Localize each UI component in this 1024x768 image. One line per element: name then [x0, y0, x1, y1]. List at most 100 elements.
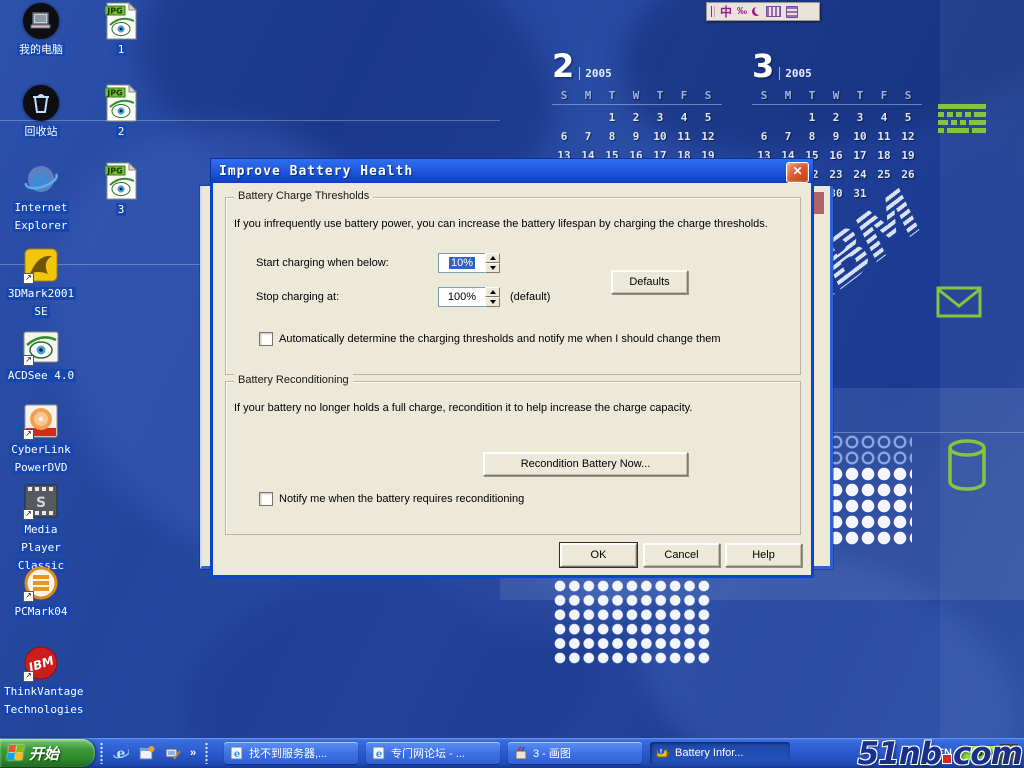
- ime-drag-handle[interactable]: [711, 6, 715, 17]
- stop-charging-field[interactable]: 100%: [438, 287, 486, 307]
- watermark-dot: [942, 754, 952, 764]
- watermark-51nb: 51nbcom: [858, 736, 1022, 768]
- jpg-file-icon: JPG: [82, 162, 160, 200]
- outlook-express-icon[interactable]: [138, 745, 155, 762]
- recondition-battery-button[interactable]: Recondition Battery Now...: [483, 452, 688, 476]
- stop-charging-label: Stop charging at:: [256, 291, 339, 303]
- wallpaper-line: [812, 432, 1024, 433]
- calendar-month-number: 2: [552, 52, 574, 80]
- svg-text:e: e: [376, 749, 382, 760]
- start-button[interactable]: 开始: [0, 739, 95, 767]
- default-suffix: (default): [510, 291, 550, 303]
- desktop-icon-jpg-2[interactable]: JPG 2: [82, 84, 160, 140]
- group-title: Battery Reconditioning: [234, 374, 353, 386]
- ime-menu-icon[interactable]: [786, 6, 798, 18]
- toolbar-separator: [205, 742, 208, 764]
- quick-launch-chevron[interactable]: »: [190, 747, 196, 759]
- notify-reconditioning-checkbox[interactable]: [259, 492, 273, 506]
- close-icon[interactable]: ✕: [786, 162, 809, 183]
- dot-grid-bottom: [553, 579, 711, 665]
- internet-explorer-icon: e: [2, 160, 80, 198]
- svg-text:S: S: [36, 495, 46, 511]
- acdsee-icon: ↗: [2, 328, 80, 366]
- auto-determine-checkbox[interactable]: [259, 332, 273, 346]
- my-computer-icon: [2, 2, 80, 40]
- desktop-icon-media-player-classic[interactable]: S ↗ Media Player Classic: [2, 482, 80, 574]
- desktop: IBM 2 2005 SMTWTFS1234567891011121314151…: [0, 0, 1024, 768]
- svg-text:JPG: JPG: [106, 167, 122, 176]
- recycle-bin-icon: [2, 84, 80, 122]
- spin-up-button[interactable]: [485, 287, 500, 297]
- envelope-icon: [936, 286, 982, 318]
- auto-determine-checkbox-label: Automatically determine the charging thr…: [279, 333, 789, 345]
- ime-soft-keyboard-icon[interactable]: [766, 6, 781, 17]
- group-battery-charge-thresholds: Battery Charge Thresholds If you infrequ…: [225, 197, 801, 375]
- ok-button[interactable]: OK: [560, 543, 637, 567]
- shortcut-arrow-icon: ↗: [23, 671, 34, 682]
- dialog-body: Battery Charge Thresholds If you infrequ…: [210, 183, 814, 578]
- desktop-icon-3dmark2001[interactable]: ↗ 3DMark2001 SE: [2, 246, 80, 320]
- cancel-button[interactable]: Cancel: [643, 543, 720, 567]
- desktop-icon-jpg-3[interactable]: JPG 3: [82, 162, 160, 218]
- desktop-icon-recycle-bin[interactable]: 回收站: [2, 84, 80, 140]
- thinkvantage-icon: IBM ↗: [2, 644, 80, 682]
- svg-text:!: !: [660, 748, 663, 756]
- jpg-file-icon: JPG: [82, 2, 160, 40]
- defaults-button[interactable]: Defaults: [611, 270, 688, 294]
- ime-width-mode-icon[interactable]: ‰: [737, 6, 747, 17]
- desktop-icon-my-computer[interactable]: 我的电脑: [2, 2, 80, 58]
- group2-description: If your battery no longer holds a full c…: [234, 402, 794, 414]
- svg-text:e: e: [32, 164, 49, 195]
- desktop-icon-jpg-1[interactable]: JPG 1: [82, 2, 160, 58]
- desktop-icon-internet-explorer[interactable]: e Internet Explorer: [2, 160, 80, 234]
- group1-description: If you infrequently use battery power, y…: [234, 218, 794, 230]
- quick-launch: e »: [100, 741, 208, 765]
- task-button-paint[interactable]: 3 - 画图: [508, 742, 642, 764]
- powerdvd-icon: ↗: [2, 402, 80, 440]
- dialog-title: Improve Battery Health: [219, 164, 413, 179]
- ime-punctuation-icon[interactable]: [752, 7, 761, 16]
- show-desktop-icon[interactable]: [164, 745, 181, 762]
- svg-text:JPG: JPG: [106, 7, 122, 16]
- start-charging-label: Start charging when below:: [256, 257, 389, 269]
- shortcut-arrow-icon: ↗: [23, 355, 34, 366]
- shortcut-arrow-icon: ↗: [23, 591, 34, 602]
- group-battery-reconditioning: Battery Reconditioning If your battery n…: [225, 381, 801, 535]
- start-charging-field[interactable]: 10%: [438, 253, 486, 273]
- task-button-ie-1[interactable]: e 找不到服务器,...: [224, 742, 358, 764]
- windows-logo-icon: [7, 745, 25, 761]
- svg-text:e: e: [234, 749, 240, 760]
- desktop-icon-thinkvantage[interactable]: IBM ↗ ThinkVantage Technologies: [2, 644, 80, 718]
- svg-text:JPG: JPG: [106, 89, 122, 98]
- calendar-year: 2005: [579, 67, 612, 80]
- desktop-icon-acdsee[interactable]: ↗ ACDSee 4.0: [2, 328, 80, 384]
- cylinder-icon: [946, 438, 988, 494]
- help-button[interactable]: Help: [725, 543, 802, 567]
- group-title: Battery Charge Thresholds: [234, 190, 373, 202]
- desktop-icon-powerdvd[interactable]: ↗ CyberLink PowerDVD: [2, 402, 80, 476]
- task-button-ie-2[interactable]: e 专门网论坛 - ...: [366, 742, 500, 764]
- jpg-file-icon: JPG: [82, 84, 160, 122]
- stop-charging-spinner[interactable]: 100%: [438, 287, 500, 307]
- spin-up-button[interactable]: [485, 253, 500, 263]
- spin-down-button[interactable]: [485, 297, 500, 307]
- toolbar-separator: [100, 742, 103, 764]
- keyboard-grid-icon: [938, 104, 986, 134]
- ime-language-bar[interactable]: 中 ‰: [706, 2, 820, 21]
- 3dmark-icon: ↗: [2, 246, 80, 284]
- notify-reconditioning-checkbox-label: Notify me when the battery requires reco…: [279, 493, 789, 505]
- media-player-classic-icon: S ↗: [2, 482, 80, 520]
- ime-chinese-mode-icon[interactable]: 中: [720, 6, 732, 18]
- shortcut-arrow-icon: ↗: [23, 273, 34, 284]
- task-button-battery-information[interactable]: ! Battery Infor...: [650, 742, 790, 764]
- shortcut-arrow-icon: ↗: [23, 429, 34, 440]
- pcmark-icon: ↗: [2, 564, 80, 602]
- calendar-year: 2005: [779, 67, 812, 80]
- ie-quicklaunch-icon[interactable]: e: [112, 745, 129, 762]
- svg-text:e: e: [116, 746, 125, 761]
- spin-down-button[interactable]: [485, 263, 500, 273]
- dialog-titlebar[interactable]: Improve Battery Health ✕: [210, 158, 814, 183]
- desktop-icon-pcmark04[interactable]: ↗ PCMark04: [2, 564, 80, 620]
- start-charging-spinner[interactable]: 10%: [438, 253, 500, 273]
- improve-battery-health-dialog: Improve Battery Health ✕ Battery Charge …: [210, 158, 814, 578]
